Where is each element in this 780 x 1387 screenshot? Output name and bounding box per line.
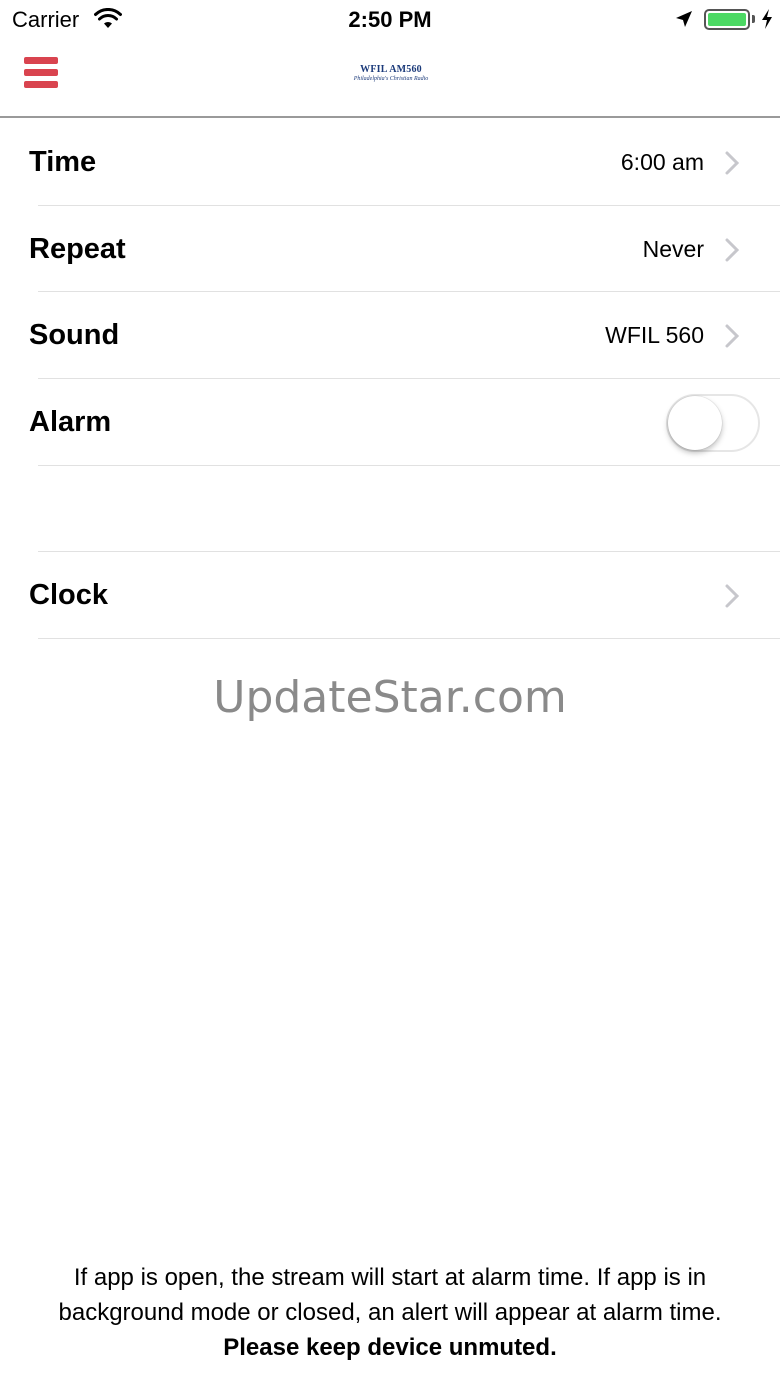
charging-bolt-icon: [762, 9, 772, 29]
repeat-value: Never: [642, 236, 704, 262]
logo-subtitle: Philadelphia's Christian Radio: [353, 76, 429, 82]
chevron-right-icon: [725, 151, 740, 175]
location-arrow-icon: [676, 11, 692, 27]
footer-line-2: background mode or closed, an alert will…: [58, 1299, 722, 1326]
sound-row[interactable]: Sound WFIL 560: [0, 293, 780, 379]
alarm-label: Alarm: [29, 406, 112, 438]
clock-row[interactable]: Clock: [0, 553, 780, 639]
divider: [38, 291, 780, 292]
nav-bar: WFIL AM560 Philadelphia's Christian Radi…: [0, 40, 780, 118]
divider: [38, 465, 780, 466]
alarm-toggle[interactable]: [666, 394, 760, 452]
battery-level: [708, 13, 746, 26]
repeat-label: Repeat: [29, 233, 126, 265]
status-bar: Carrier 2:50 PM: [0, 0, 780, 40]
chevron-right-icon: [725, 584, 740, 608]
hamburger-menu-icon[interactable]: [24, 57, 58, 93]
chevron-right-icon: [725, 324, 740, 348]
battery-tip: [752, 15, 755, 23]
divider: [38, 378, 780, 379]
time-label: Time: [29, 146, 97, 178]
clock-label: Clock: [29, 579, 108, 611]
chevron-right-icon: [725, 238, 740, 262]
watermark: UpdateStar.com: [213, 672, 567, 723]
sound-label: Sound: [29, 319, 120, 351]
station-logo: WFIL AM560 Philadelphia's Christian Radi…: [352, 64, 430, 86]
status-time: 2:50 PM: [348, 7, 432, 32]
divider: [38, 638, 780, 639]
alarm-row: Alarm: [0, 380, 780, 466]
time-row[interactable]: Time 6:00 am: [0, 120, 780, 206]
menu-bar: [24, 69, 58, 76]
footer-note: If app is open, the stream will start at…: [0, 1260, 780, 1365]
footer-line-1: If app is open, the stream will start at…: [73, 1264, 707, 1291]
repeat-row[interactable]: Repeat Never: [0, 207, 780, 293]
footer-line-3: Please keep device unmuted.: [223, 1334, 557, 1361]
battery-icon: [704, 9, 750, 30]
menu-bar: [24, 81, 58, 88]
toggle-knob: [668, 396, 722, 450]
logo-title: WFIL AM560: [360, 64, 422, 75]
menu-bar: [24, 57, 58, 64]
time-value: 6:00 am: [620, 149, 704, 175]
divider: [38, 551, 780, 552]
sound-value: WFIL 560: [605, 322, 704, 348]
divider: [38, 205, 780, 206]
